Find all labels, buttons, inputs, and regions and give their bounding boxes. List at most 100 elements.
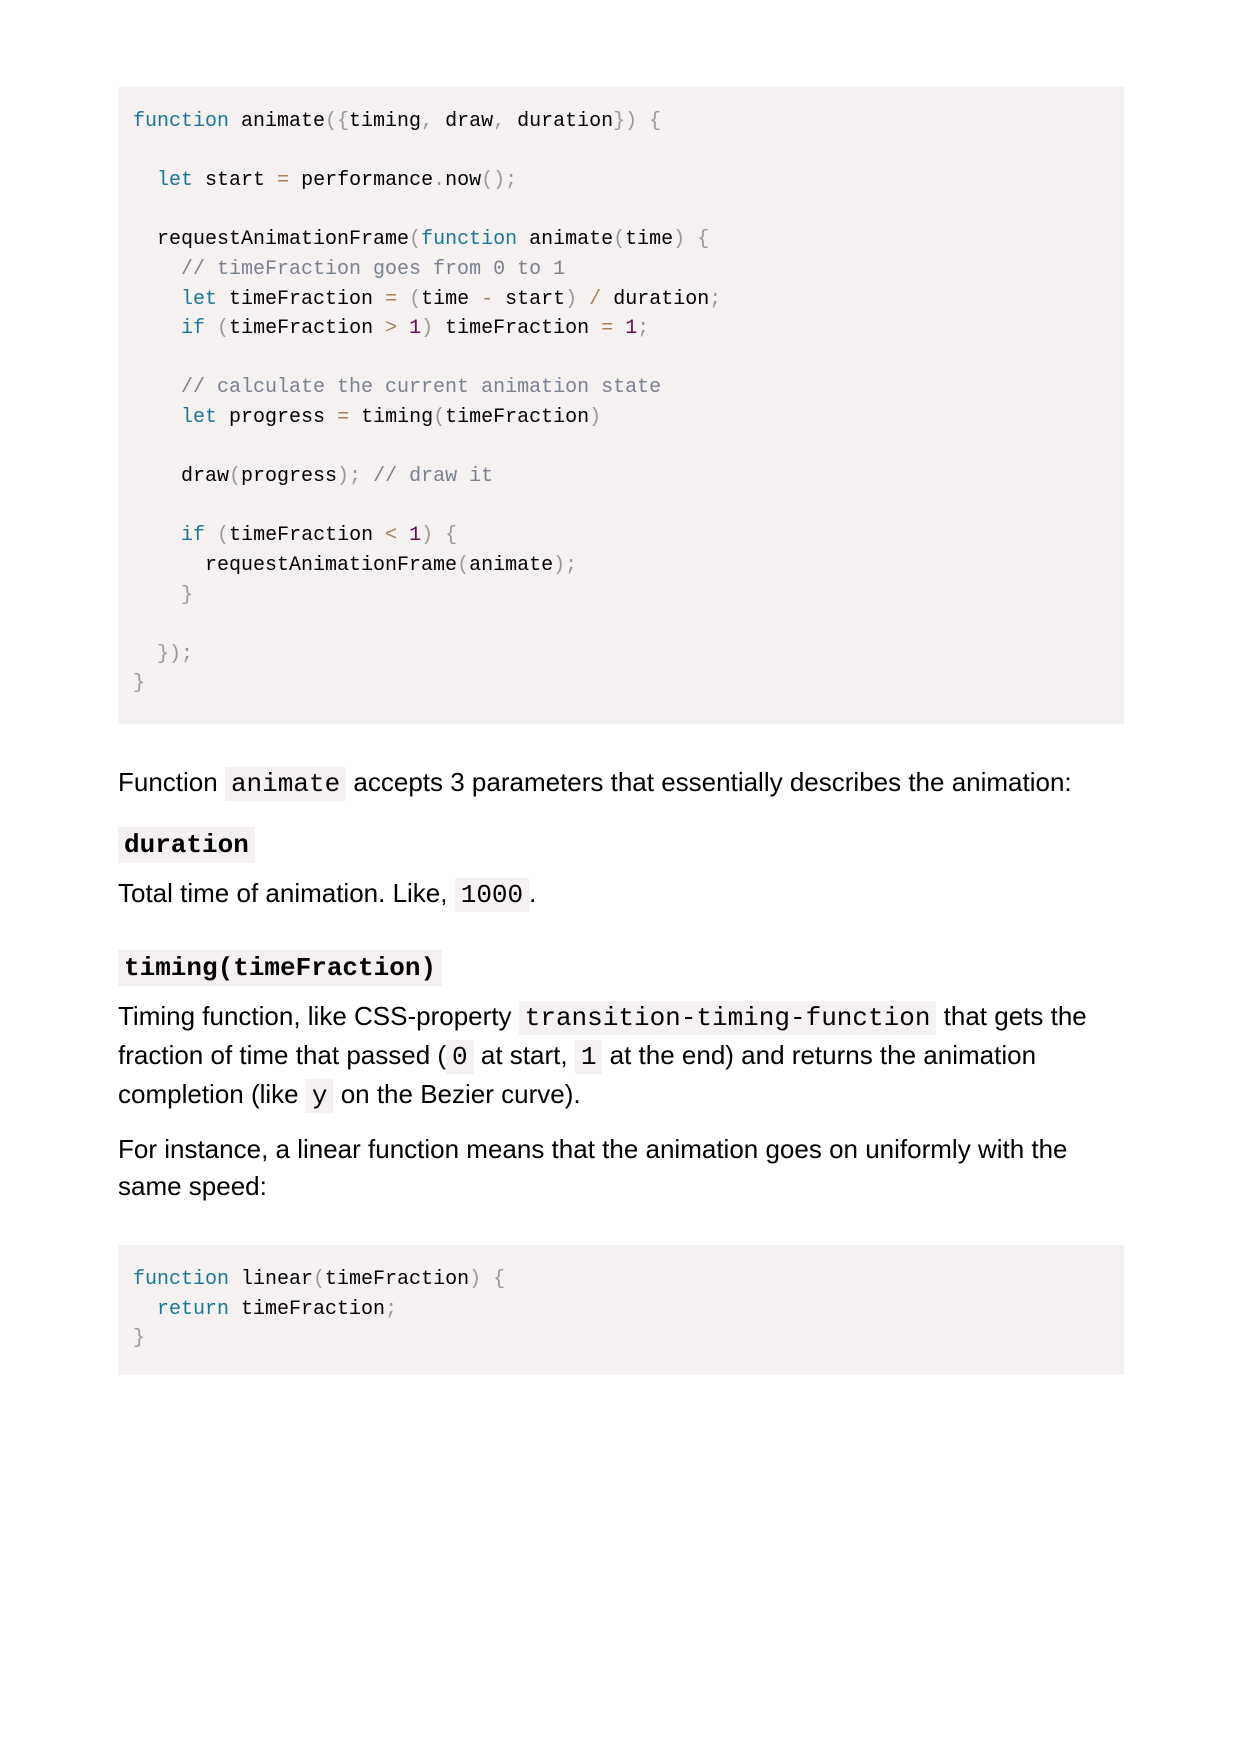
code-punctuation: }); [157, 642, 194, 666]
code-keyword: function [133, 110, 230, 133]
code-text: timeFraction [229, 524, 386, 548]
code-text: timeFraction [229, 1297, 386, 1321]
code-line: ​ [133, 610, 1109, 640]
code-text: performance [289, 169, 434, 193]
code-text: time [625, 228, 674, 252]
intro-text-after: accepts 3 parameters that essentially de… [346, 767, 1072, 797]
code-punctuation: (); [481, 169, 518, 193]
code-text: duration [601, 287, 710, 311]
code-line: ​ [133, 492, 1109, 522]
code-line: if (timeFraction < 1) { [133, 521, 1109, 551]
timing-desc-5: on the Bezier curve). [333, 1079, 581, 1109]
code-punctuation: } [181, 583, 194, 607]
code-punctuation: ); [553, 553, 578, 577]
code-block-linear: function linear(timeFraction) { return t… [118, 1245, 1124, 1375]
code-text: timeFraction [433, 317, 602, 341]
intro-text-before: Function [118, 767, 225, 797]
code-operator: - [481, 287, 494, 311]
term-duration-heading: duration [118, 827, 1124, 863]
code-punctuation: }) [613, 110, 638, 133]
code-operator: > [385, 317, 398, 341]
code-line: let start = performance.now(); [133, 166, 1109, 196]
code-line: ​ [133, 433, 1109, 463]
inline-code-y: y [305, 1079, 334, 1113]
code-line: let timeFraction = (time - start) / dura… [133, 285, 1109, 315]
term-timing: timing(timeFraction) [118, 950, 443, 986]
code-text: timeFraction [229, 317, 386, 341]
code-line: ​ [133, 344, 1109, 374]
code-punctuation: ( [313, 1268, 326, 1291]
code-text: duration [505, 110, 614, 133]
code-operator: < [385, 524, 398, 548]
code-punctuation: ({ [325, 110, 350, 133]
instance-paragraph: For instance, a linear function means th… [118, 1134, 1068, 1201]
inline-code-transition-timing-function: transition-timing-function [518, 1001, 937, 1035]
code-line: requestAnimationFrame(function animate(t… [133, 225, 1109, 255]
timing-desc-1: Timing function, like CSS-property [118, 1001, 519, 1031]
code-keyword: let [181, 287, 218, 311]
code-number: 1 [409, 317, 422, 341]
code-keyword: function [133, 1268, 230, 1291]
timing-description: Timing function, like CSS-property trans… [118, 998, 1124, 1115]
code-text: draw [133, 465, 230, 489]
code-line: ​ [133, 196, 1109, 226]
code-punctuation: ); [337, 465, 362, 489]
code-line: return timeFraction; [133, 1295, 1109, 1325]
code-text: timing [349, 110, 422, 133]
code-keyword: if [181, 524, 206, 548]
code-punctuation: ) [589, 405, 602, 429]
code-punctuation: { [445, 524, 458, 548]
code-punctuation: ( [409, 287, 422, 311]
inline-code-animate: animate [224, 767, 347, 801]
code-block-animate: function animate({timing, draw, duration… [118, 87, 1124, 724]
code-operator: = [601, 317, 614, 341]
code-line: ​ [133, 137, 1109, 167]
code-operator: = [337, 405, 350, 429]
term-timing-heading: timing(timeFraction) [118, 950, 1124, 986]
code-keyword: let [157, 169, 194, 193]
code-punctuation: ) [565, 287, 578, 311]
code-punctuation: ( [409, 228, 422, 252]
code-punctuation: } [133, 1327, 146, 1351]
code-text: animate [469, 553, 554, 577]
term-duration: duration [118, 827, 255, 863]
code-line: if (timeFraction > 1) timeFraction = 1; [133, 314, 1109, 344]
code-text: start [193, 169, 278, 193]
code-keyword: return [157, 1297, 230, 1321]
intro-paragraph: Function animate accepts 3 parameters th… [118, 764, 1124, 803]
code-text: now [445, 169, 482, 193]
code-punctuation: ; [709, 287, 722, 311]
code-punctuation: ; [637, 317, 650, 341]
code-punctuation: ( [613, 228, 626, 252]
duration-desc-before: Total time of animation. Like, [118, 878, 455, 908]
code-punctuation: ) [469, 1268, 482, 1291]
code-punctuation: { [493, 1268, 506, 1291]
code-comment: // timeFraction goes from 0 to 1 [181, 257, 566, 281]
timing-desc-3: at start, [473, 1040, 575, 1070]
inline-code-1000: 1000 [454, 878, 530, 912]
inline-code-0: 0 [446, 1040, 474, 1074]
code-punctuation: ) [421, 317, 434, 341]
code-punctuation: ( [217, 317, 230, 341]
code-punctuation: ( [433, 405, 446, 429]
code-punctuation: ) [421, 524, 434, 548]
code-keyword: let [181, 405, 218, 429]
code-keyword: if [181, 317, 206, 341]
code-text: start [493, 287, 566, 311]
code-text: requestAnimationFrame [133, 228, 410, 252]
code-punctuation: ( [457, 553, 470, 577]
